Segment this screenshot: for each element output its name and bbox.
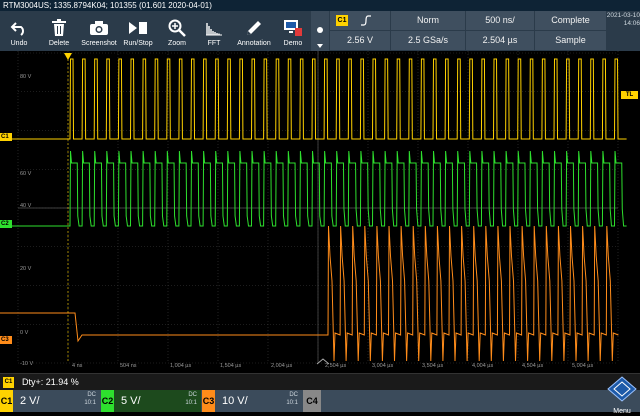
x-label-3: 1,504 µs xyxy=(220,363,242,369)
zoom-icon xyxy=(168,17,186,39)
y-label-20: 20 V xyxy=(20,266,32,272)
y-label-40: 40 V xyxy=(20,203,32,209)
x-label-7: 3,504 µs xyxy=(422,363,444,369)
channel-2-coupling: DC 10:1 xyxy=(185,391,197,407)
camera-icon xyxy=(90,17,108,39)
y-label-0: 0 V xyxy=(20,330,29,336)
channel-4-settings[interactable]: C4 xyxy=(303,390,327,412)
x-label-2: 1,004 µs xyxy=(170,363,192,369)
y-label-60: 60 V xyxy=(20,171,32,177)
menu-logo-icon xyxy=(607,376,637,402)
trigger-source-cell[interactable]: C1 xyxy=(330,11,390,30)
x-label-1: 504 ns xyxy=(120,363,137,369)
channel-1-settings[interactable]: C1 2 V/ DC 10:1 xyxy=(0,390,100,412)
demo-icon xyxy=(284,17,302,39)
channel-2-probe-text: 10:1 xyxy=(185,400,197,406)
x-label-0: 4 ns xyxy=(72,363,83,369)
fft-label: FFT xyxy=(207,40,221,47)
channel-2-settings[interactable]: C2 5 V/ DC 10:1 xyxy=(101,390,201,412)
channel-1-probe-text: 10:1 xyxy=(84,400,96,406)
trigger-source: C1 xyxy=(336,15,348,26)
horizontal-position[interactable]: 2.504 µs xyxy=(466,31,534,50)
demo-label: Demo xyxy=(283,40,303,47)
trigger-mode[interactable]: Norm xyxy=(391,11,465,30)
fft-button[interactable]: FFT xyxy=(196,11,232,51)
sample-rate: 2.5 GSa/s xyxy=(391,31,465,50)
acquisition-mode[interactable]: Sample xyxy=(535,31,606,50)
c3-offset-marker[interactable]: C3 xyxy=(0,336,12,344)
channel-1-coupling-text: DC xyxy=(87,392,96,398)
x-label-9: 4,504 µs xyxy=(522,363,544,369)
pencil-icon xyxy=(245,17,263,39)
channel-3-scale: 10 V/ xyxy=(222,395,248,407)
undo-button[interactable]: Undo xyxy=(2,11,36,51)
channel-4-tag: C4 xyxy=(303,390,321,412)
channel-3-tag: C3 xyxy=(202,390,215,412)
channel-3-trace xyxy=(0,225,619,362)
channel-1-trace xyxy=(0,58,627,140)
menu-button[interactable]: Menu xyxy=(606,376,638,415)
channel-2-tag: C2 xyxy=(101,390,114,412)
x-label-10: 5,004 µs xyxy=(572,363,594,369)
waveform-canvas xyxy=(0,51,627,365)
c2-offset-marker[interactable]: C2 xyxy=(0,220,12,228)
trash-icon xyxy=(51,17,67,39)
datetime: 2021-03-10 14:06 xyxy=(606,11,640,51)
channel-1-tag: C1 xyxy=(0,390,13,412)
zoom-button[interactable]: Zoom xyxy=(160,11,194,51)
channel-3-coupling-text: DC xyxy=(289,392,298,398)
time-text: 14:06 xyxy=(623,20,640,27)
annotation-label: Annotation xyxy=(237,40,271,47)
run-stop-button[interactable]: Run/Stop xyxy=(120,11,156,51)
y-label-neg10: -10 V xyxy=(20,361,34,367)
channel-2-coupling-text: DC xyxy=(188,392,197,398)
window-title: RTM3004US; 1335.8794K04; 101355 (01.601 … xyxy=(0,0,640,11)
waveform-display[interactable]: 80 V 60 V 40 V 20 V 0 V -10 V 4 ns 504 n… xyxy=(0,51,640,373)
date-text: 2021-03-10 xyxy=(606,12,640,19)
run-stop-label: Run/Stop xyxy=(123,40,153,47)
measurement-source: C1 xyxy=(3,377,14,388)
screenshot-button[interactable]: Screenshot xyxy=(80,11,118,51)
demo-button[interactable]: Demo xyxy=(276,11,310,51)
trigger-slope-icon xyxy=(361,15,371,26)
channel-3-probe-text: 10:1 xyxy=(286,400,298,406)
grid xyxy=(17,51,619,364)
c1-offset-marker[interactable]: C1 xyxy=(0,133,12,141)
run-stop-icon xyxy=(129,17,147,39)
x-label-5: 2,504 µs xyxy=(325,363,347,369)
measurement-duty-cycle: Dty+: 21.94 % xyxy=(22,377,79,387)
delete-button[interactable]: Delete xyxy=(40,11,78,51)
trigger-level-marker[interactable]: TL xyxy=(621,91,638,99)
y-label-80: 80 V xyxy=(20,74,32,80)
acquisition-state: Complete xyxy=(535,11,606,30)
channel-2-trace xyxy=(0,150,627,227)
channel-1-scale: 2 V/ xyxy=(20,395,40,407)
undo-label: Undo xyxy=(10,40,28,47)
trigger-level[interactable]: 2.56 V xyxy=(330,31,390,50)
time-scale[interactable]: 500 ns/ xyxy=(466,11,534,30)
channel-3-coupling: DC 10:1 xyxy=(286,391,298,407)
channel-3-settings[interactable]: C3 10 V/ DC 10:1 xyxy=(202,390,302,412)
channel-bar: C1 2 V/ DC 10:1 C2 5 V/ DC 10:1 C3 10 V/ D… xyxy=(0,376,640,415)
x-label-6: 3,004 µs xyxy=(372,363,394,369)
zoom-label: Zoom xyxy=(168,40,186,47)
channel-1-coupling: DC 10:1 xyxy=(84,391,96,407)
screenshot-label: Screenshot xyxy=(81,40,117,47)
traces xyxy=(0,58,627,363)
x-label-4: 2,004 µs xyxy=(271,363,293,369)
delete-label: Delete xyxy=(48,40,70,47)
undo-icon xyxy=(10,17,28,39)
toolbar-nav-button[interactable] xyxy=(311,11,329,51)
channel-2-scale: 5 V/ xyxy=(121,395,141,407)
x-label-8: 4,004 µs xyxy=(472,363,494,369)
settings-header: C1 2.56 V Norm 2.5 GSa/s 500 ns/ 2.504 µ… xyxy=(330,11,606,51)
fft-icon xyxy=(205,17,223,39)
annotation-button[interactable]: Annotation xyxy=(234,11,274,51)
